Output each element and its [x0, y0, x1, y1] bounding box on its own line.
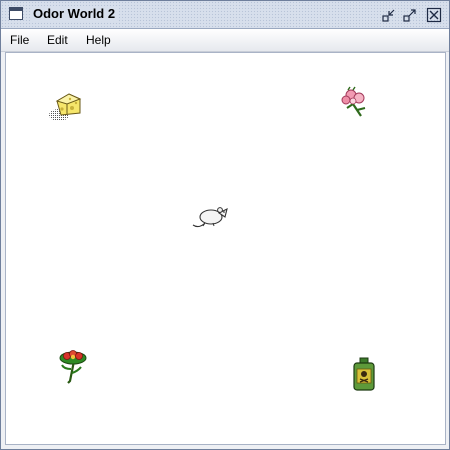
menu-edit[interactable]: Edit	[47, 33, 68, 47]
minimize-icon[interactable]	[381, 7, 397, 23]
world-canvas[interactable]	[5, 52, 446, 445]
mouse-icon[interactable]	[189, 203, 231, 235]
pink-flower-icon[interactable]	[339, 86, 373, 124]
menu-file[interactable]: File	[10, 33, 29, 47]
window-title: Odor World 2	[31, 6, 119, 21]
maximize-icon[interactable]	[402, 7, 418, 23]
title-bar[interactable]: Odor World 2	[1, 1, 449, 29]
app-window: Odor World 2 File Edit Help	[0, 0, 450, 450]
red-flower-icon[interactable]	[56, 349, 90, 389]
window-icon[interactable]	[9, 7, 23, 20]
menu-bar: File Edit Help	[1, 29, 449, 52]
cheese-icon[interactable]	[47, 91, 83, 129]
menu-help[interactable]: Help	[86, 33, 111, 47]
close-icon[interactable]	[426, 7, 442, 23]
poison-bottle-icon[interactable]	[351, 356, 377, 396]
